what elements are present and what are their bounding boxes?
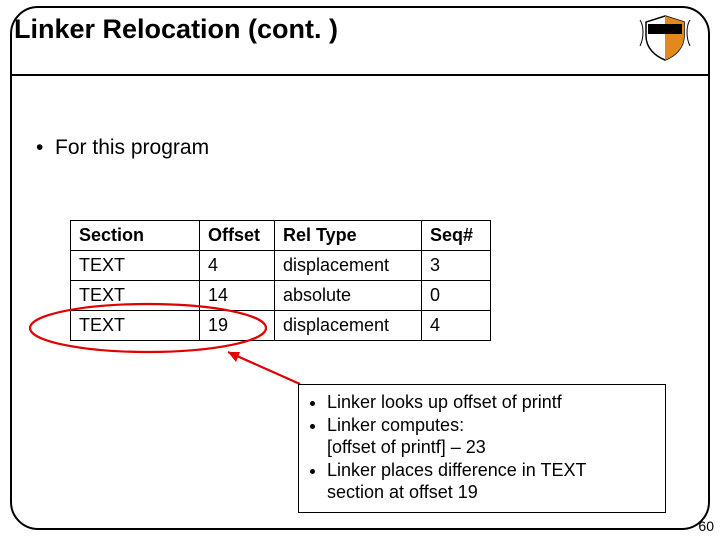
annotation-line: Linker places difference in TEXT section… [327, 459, 655, 504]
annotation-box: Linker looks up offset of printf Linker … [298, 384, 666, 513]
page-number: 60 [698, 518, 714, 534]
annotation-line: Linker computes: [offset of printf] – 23 [327, 414, 655, 459]
table-row: TEXT 4 displacement 3 [71, 251, 491, 281]
cell-section: TEXT [71, 251, 200, 281]
annotation-line: Linker looks up offset of printf [327, 391, 655, 414]
cell-rel: displacement [275, 251, 422, 281]
slide-title: Linker Relocation (cont. ) [14, 14, 338, 44]
cell-seq: 0 [422, 281, 491, 311]
cell-offset: 14 [200, 281, 275, 311]
cell-rel: absolute [275, 281, 422, 311]
th-section: Section [71, 221, 200, 251]
cell-rel: displacement [275, 311, 422, 341]
header: Linker Relocation (cont. ) [14, 14, 704, 45]
intro-bullet-text: For this program [55, 136, 209, 159]
header-divider [12, 74, 708, 76]
cell-section: TEXT [71, 311, 200, 341]
table-header-row: Section Offset Rel Type Seq# [71, 221, 491, 251]
th-rel: Rel Type [275, 221, 422, 251]
shield-logo-icon [634, 12, 696, 62]
th-seq: Seq# [422, 221, 491, 251]
table-row: TEXT 14 absolute 0 [71, 281, 491, 311]
cell-seq: 4 [422, 311, 491, 341]
table-row: TEXT 19 displacement 4 [71, 311, 491, 341]
intro-bullet: • For this program [36, 136, 209, 160]
cell-section: TEXT [71, 281, 200, 311]
cell-seq: 3 [422, 251, 491, 281]
cell-offset: 4 [200, 251, 275, 281]
cell-offset: 19 [200, 311, 275, 341]
th-offset: Offset [200, 221, 275, 251]
relocation-table: Section Offset Rel Type Seq# TEXT 4 disp… [70, 220, 491, 341]
